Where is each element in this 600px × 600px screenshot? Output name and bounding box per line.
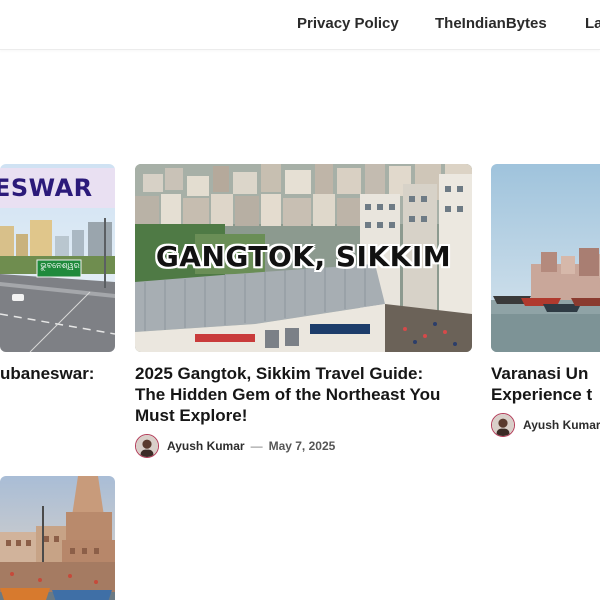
bhubaneswar-card-title[interactable]: ubaneswar:: [0, 363, 94, 384]
bhubaneswar-image-caption: ESWAR: [0, 174, 93, 202]
meta-separator: —: [250, 439, 263, 453]
bhubaneswar-thumbnail[interactable]: ESWAR ଭୁବନେଶ୍ୱର: [0, 164, 115, 352]
author-avatar[interactable]: [135, 434, 159, 458]
site-header: Privacy Policy TheIndianBytes La: [0, 0, 600, 50]
gangtok-card-title[interactable]: 2025 Gangtok, Sikkim Travel Guide: The H…: [135, 363, 440, 426]
gangtok-image-caption: GANGTOK, SIKKIM: [155, 240, 452, 273]
nav-item-truncated[interactable]: La: [585, 15, 600, 32]
nav-privacy-policy[interactable]: Privacy Policy: [297, 15, 399, 32]
varanasi-thumbnail[interactable]: [491, 164, 600, 352]
gangtok-title-line-3[interactable]: Must Explore!: [135, 406, 247, 425]
author-avatar[interactable]: [491, 413, 515, 437]
author-name[interactable]: Ayush Kumar: [523, 418, 600, 432]
varanasi-post-meta: Ayush Kumar: [491, 413, 600, 437]
varanasi-title-line-1[interactable]: Varanasi Un: [491, 364, 588, 383]
gangtok-title-line-2[interactable]: The Hidden Gem of the Northeast You: [135, 385, 440, 404]
ghats-thumbnail[interactable]: [0, 476, 115, 600]
gangtok-thumbnail[interactable]: GANGTOK, SIKKIM: [135, 164, 472, 352]
gangtok-title-line-1[interactable]: 2025 Gangtok, Sikkim Travel Guide:: [135, 364, 423, 383]
varanasi-title-line-2[interactable]: Experience t: [491, 385, 592, 404]
gangtok-post-meta: Ayush Kumar — May 7, 2025: [135, 434, 335, 458]
post-date: May 7, 2025: [268, 439, 336, 453]
nav-theindianbytes[interactable]: TheIndianBytes: [435, 15, 547, 32]
bhubaneswar-title-link[interactable]: ubaneswar:: [0, 364, 94, 383]
varanasi-card-title[interactable]: Varanasi Un Experience t: [491, 363, 592, 405]
bhubaneswar-sign-text: ଭୁବନେଶ୍ୱର: [40, 261, 80, 270]
author-name[interactable]: Ayush Kumar: [167, 439, 245, 453]
